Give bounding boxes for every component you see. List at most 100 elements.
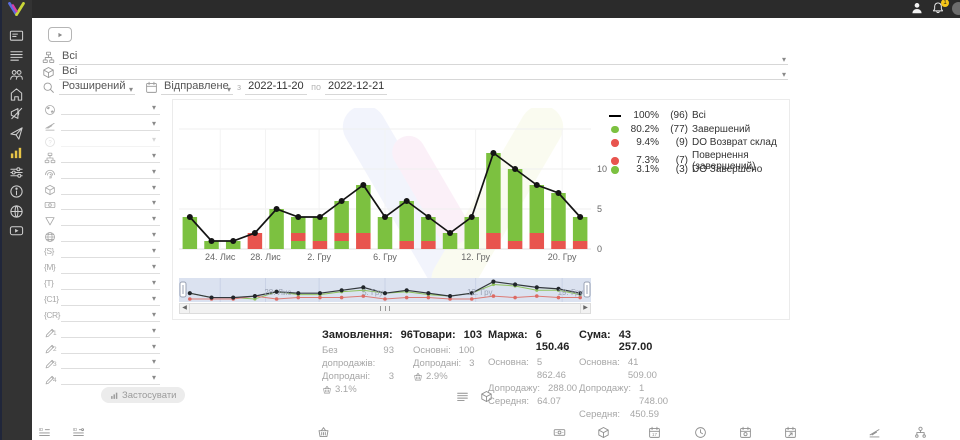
product-field[interactable]: Всі▾ <box>59 64 788 80</box>
chevron-down-icon[interactable]: ▾ <box>152 167 156 176</box>
date-from-input[interactable]: 2022-11-20 <box>245 79 307 95</box>
video-icon[interactable] <box>9 223 24 238</box>
filter-select-field[interactable] <box>61 368 160 369</box>
chart-bars-icon[interactable] <box>9 145 24 160</box>
filter-select-field[interactable] <box>61 337 160 338</box>
chevron-down-icon[interactable]: ▾ <box>152 373 156 382</box>
chevron-down-icon[interactable]: ▾ <box>152 135 156 144</box>
chevron-down-icon[interactable]: ▾ <box>152 214 156 223</box>
video-help-button[interactable] <box>48 27 72 42</box>
banknote-icon[interactable] <box>553 426 566 439</box>
filter-select-field[interactable] <box>61 353 160 354</box>
legend-item[interactable]: 80.2%(77)Завершений <box>609 123 789 137</box>
main-sidebar <box>0 0 32 440</box>
legend-item[interactable]: 7.3%(7)Повернення (завершений) <box>609 150 789 164</box>
cube-icon[interactable] <box>597 426 610 439</box>
nav-handle-left[interactable] <box>180 282 186 297</box>
filter-row-token: {CR}▾ <box>44 309 160 324</box>
stat-sub-label: Основна: <box>579 356 620 382</box>
chevron-down-icon[interactable]: ▾ <box>152 103 156 112</box>
paper-plane-icon[interactable] <box>9 126 24 141</box>
apply-button[interactable]: Застосувати <box>101 387 185 403</box>
id-o-lines-icon[interactable]: ID <box>72 426 85 439</box>
chevron-down-icon[interactable]: ▾ <box>152 326 156 335</box>
filter-select-field[interactable] <box>61 225 160 226</box>
ramp-icon[interactable] <box>868 426 881 439</box>
hierarchy-person-icon[interactable] <box>914 426 927 439</box>
stat-sub-label: Середня: <box>488 395 529 408</box>
calendar-arrow-icon[interactable] <box>784 426 797 439</box>
filter-select-field[interactable] <box>61 241 160 242</box>
chart-card: 0510 24. Лис28. Лис2. Гру6. Гру12. Гру20… <box>172 99 790 320</box>
legend-item[interactable]: 9.4%(9)DO Возврат склад <box>609 136 789 150</box>
chart-navigator[interactable]: 28. Лис5. Гру12. Гру19. Гру <box>179 278 591 302</box>
chevron-down-icon[interactable]: ▾ <box>152 262 156 271</box>
stat-column: Маржа:6 150.46Основна:5 862.46Допродажу:… <box>488 329 560 421</box>
users-icon[interactable] <box>9 67 24 82</box>
filter-select-field[interactable] <box>61 384 160 385</box>
chevron-down-icon[interactable]: ▾ <box>152 278 156 287</box>
clock-icon[interactable] <box>694 426 707 439</box>
stat-sub-value: 41 509.00 <box>628 356 659 382</box>
view-toggle-list-icon[interactable] <box>456 390 469 403</box>
bell-icon[interactable]: 1 <box>931 1 945 15</box>
filter-select-field[interactable] <box>61 209 160 210</box>
x-tick-label: 28. Лис <box>250 252 280 262</box>
user-icon[interactable] <box>910 1 924 15</box>
search-mode-select[interactable]: Розширений▾ <box>59 79 135 95</box>
chevron-down-icon[interactable]: ▾ <box>152 198 156 207</box>
chart-scrollbar[interactable]: ◀ ▶ <box>179 303 591 314</box>
scroll-left-icon[interactable]: ◀ <box>180 304 190 313</box>
filter-select-field[interactable] <box>61 321 160 322</box>
sliders-icon[interactable] <box>9 165 24 180</box>
basket-icon[interactable] <box>317 426 330 439</box>
chevron-down-icon[interactable]: ▾ <box>152 294 156 303</box>
stat-sub-value: 450.59 <box>630 408 659 421</box>
svg-text:ID: ID <box>39 427 43 432</box>
card-image-icon[interactable] <box>9 28 24 43</box>
avatar[interactable] <box>952 2 960 15</box>
filter-row-token: {S}▾ <box>44 245 160 260</box>
chevron-down-icon[interactable]: ▾ <box>152 119 156 128</box>
scroll-right-icon[interactable]: ▶ <box>580 304 590 313</box>
date-to-input[interactable]: 2022-12-21 <box>325 79 387 95</box>
filter-select-field[interactable] <box>61 257 160 258</box>
status-group-field[interactable]: Всі▾ <box>59 49 788 65</box>
nav-handle-right[interactable] <box>584 282 590 297</box>
cube-icon <box>44 183 56 195</box>
legend-label: DO Возврат склад <box>692 137 789 148</box>
megaphone-off-icon[interactable] <box>9 106 24 121</box>
svg-text:12. Гру: 12. Гру <box>467 288 493 297</box>
filter-select-field[interactable] <box>61 289 160 290</box>
legend-item[interactable]: 100%(96)Всі <box>609 109 789 123</box>
chevron-down-icon[interactable]: ▾ <box>152 246 156 255</box>
network-home-icon[interactable] <box>9 87 24 102</box>
view-toggle-cube-icon[interactable] <box>480 390 493 403</box>
chevron-down-icon[interactable]: ▾ <box>152 151 156 160</box>
filter-select-field[interactable] <box>61 305 160 306</box>
globe-translate-icon[interactable] <box>9 204 24 219</box>
filter-select-field[interactable] <box>61 194 160 195</box>
scrollbar-grip[interactable] <box>380 306 390 311</box>
filter-select-field[interactable] <box>61 130 160 131</box>
app-logo <box>7 2 26 16</box>
filter-select-field[interactable] <box>61 178 160 179</box>
chevron-down-icon[interactable]: ▾ <box>152 183 156 192</box>
chevron-down-icon[interactable]: ▾ <box>152 230 156 239</box>
chevron-down-icon[interactable]: ▾ <box>129 82 133 97</box>
filter-select-field[interactable] <box>61 273 160 274</box>
calendar-17-icon[interactable]: 17 <box>648 426 661 439</box>
chevron-down-icon[interactable]: ▾ <box>227 82 231 97</box>
chevron-down-icon[interactable]: ▾ <box>152 342 156 351</box>
filter-select-field[interactable] <box>61 114 160 115</box>
filter-select-field[interactable] <box>61 146 160 147</box>
chevron-down-icon[interactable]: ▾ <box>152 357 156 366</box>
info-icon[interactable] <box>9 184 24 199</box>
filter-select-field[interactable] <box>61 162 160 163</box>
chevron-down-icon[interactable]: ▾ <box>152 310 156 319</box>
calendar-coin-icon[interactable] <box>739 426 752 439</box>
id-lines-icon[interactable]: ID <box>38 426 51 439</box>
legend-item[interactable]: 3.1%(3)DO Завершено <box>609 163 789 177</box>
date-type-select[interactable]: Відправлене▾ <box>161 79 233 95</box>
list-icon[interactable] <box>9 48 24 63</box>
